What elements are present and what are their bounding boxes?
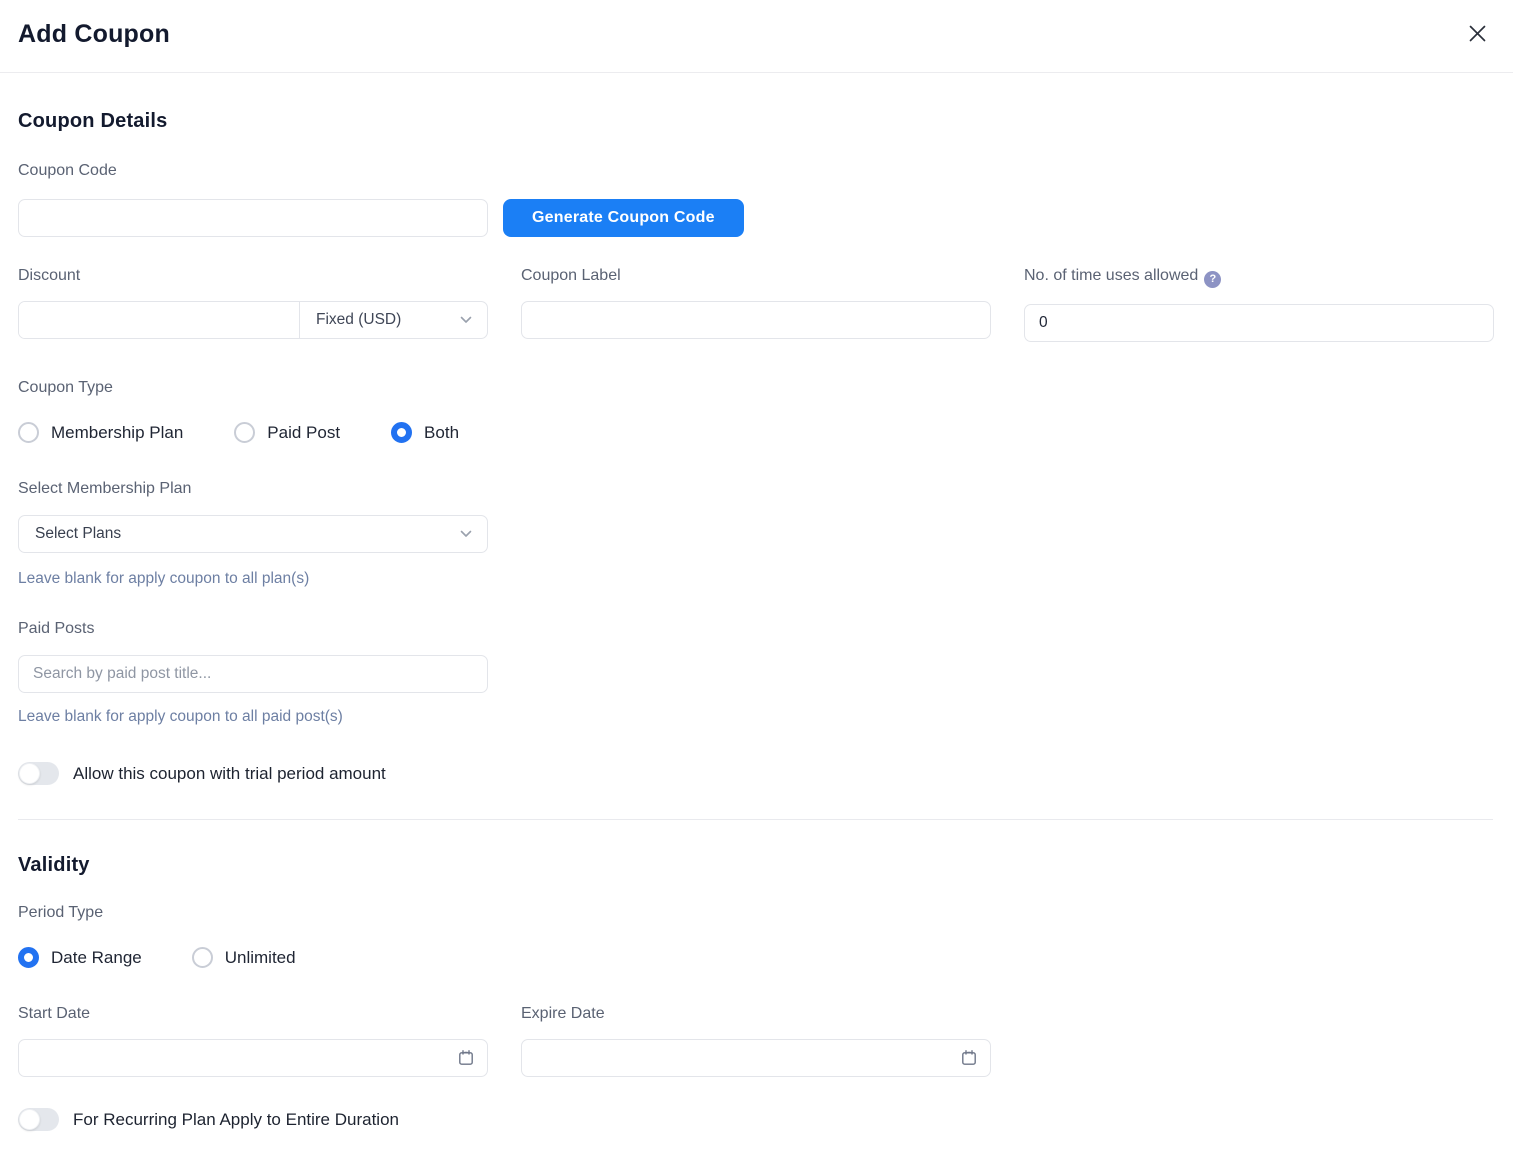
expire-date-field: Expire Date — [521, 1004, 991, 1077]
start-date-input[interactable] — [18, 1039, 488, 1077]
radio-circle-icon — [391, 422, 412, 443]
toggle-knob — [19, 763, 40, 784]
page-title: Add Coupon — [18, 20, 1495, 49]
close-button[interactable] — [1465, 21, 1489, 45]
radio-circle-icon — [18, 422, 39, 443]
expire-date-label: Expire Date — [521, 1004, 991, 1023]
section-heading-validity: Validity — [18, 854, 1493, 877]
help-icon[interactable]: ? — [1204, 271, 1221, 288]
expire-date-input[interactable] — [521, 1039, 991, 1077]
uses-allowed-field: No. of time uses allowed? — [1024, 266, 1494, 342]
uses-allowed-input[interactable] — [1024, 304, 1494, 342]
modal-body: Coupon Details Coupon Code Generate Coup… — [0, 73, 1513, 1131]
radio-date-range[interactable]: Date Range — [18, 947, 142, 968]
discount-field: Discount Fixed (USD) — [18, 266, 488, 342]
start-date-label: Start Date — [18, 1004, 488, 1023]
membership-plan-helper: Leave blank for apply coupon to all plan… — [18, 570, 1493, 588]
section-heading-coupon-details: Coupon Details — [18, 110, 1493, 133]
paid-posts-label: Paid Posts — [18, 619, 1493, 638]
calendar-icon[interactable] — [960, 1049, 978, 1067]
radio-membership-plan[interactable]: Membership Plan — [18, 422, 183, 443]
discount-unit-select[interactable]: Fixed (USD) — [299, 302, 487, 338]
membership-plan-label: Select Membership Plan — [18, 479, 1493, 498]
close-icon — [1468, 24, 1487, 43]
paid-posts-helper: Leave blank for apply coupon to all paid… — [18, 708, 1493, 726]
coupon-code-label: Coupon Code — [18, 161, 1493, 180]
radio-paid-post[interactable]: Paid Post — [234, 422, 340, 443]
radio-circle-icon — [234, 422, 255, 443]
recurring-toggle-label: For Recurring Plan Apply to Entire Durat… — [73, 1110, 399, 1130]
discount-unit-value: Fixed (USD) — [316, 311, 401, 329]
membership-plan-selected-value: Select Plans — [35, 525, 121, 543]
paid-posts-search-input[interactable] — [18, 655, 488, 693]
radio-circle-icon — [18, 947, 39, 968]
coupon-label-label: Coupon Label — [521, 266, 991, 285]
toggle-knob — [19, 1109, 40, 1130]
discount-input[interactable] — [19, 302, 299, 338]
trial-period-toggle[interactable] — [18, 762, 59, 785]
period-type-label: Period Type — [18, 903, 1493, 922]
trial-toggle-row: Allow this coupon with trial period amou… — [18, 762, 1493, 785]
start-date-field: Start Date — [18, 1004, 488, 1077]
coupon-label-field: Coupon Label — [521, 266, 991, 342]
coupon-code-input[interactable] — [18, 199, 488, 237]
uses-allowed-label: No. of time uses allowed? — [1024, 266, 1494, 288]
radio-unlimited[interactable]: Unlimited — [192, 947, 296, 968]
recurring-plan-toggle[interactable] — [18, 1108, 59, 1131]
trial-toggle-label: Allow this coupon with trial period amou… — [73, 764, 386, 784]
coupon-label-input[interactable] — [521, 301, 991, 339]
period-type-radio-group: Date Range Unlimited — [18, 947, 1493, 968]
coupon-type-radio-group: Membership Plan Paid Post Both — [18, 422, 1493, 443]
membership-plan-select[interactable]: Select Plans — [18, 515, 488, 553]
generate-coupon-code-button[interactable]: Generate Coupon Code — [503, 199, 744, 237]
recurring-toggle-row: For Recurring Plan Apply to Entire Durat… — [18, 1108, 1493, 1131]
chevron-down-icon — [460, 530, 472, 538]
modal-header: Add Coupon — [0, 0, 1513, 73]
calendar-icon[interactable] — [457, 1049, 475, 1067]
radio-circle-icon — [192, 947, 213, 968]
discount-label: Discount — [18, 266, 488, 285]
chevron-down-icon — [460, 316, 472, 324]
radio-both[interactable]: Both — [391, 422, 459, 443]
coupon-type-label: Coupon Type — [18, 378, 1493, 397]
section-divider — [18, 819, 1493, 820]
